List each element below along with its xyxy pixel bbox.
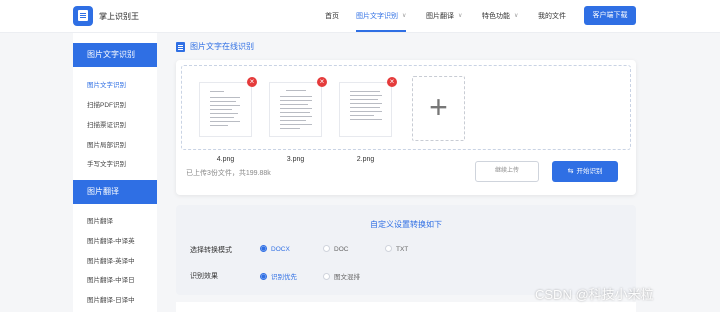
sidebar-group-ocr-title[interactable]: 图片文字识别 [73,43,157,67]
sidebar-group-translate-title[interactable]: 图片翻译 [73,180,157,204]
watermark: CSDN @科技小米粒 [535,287,654,302]
file-name: 3.png [286,156,305,163]
sidebar-item-translate-zh-ja[interactable]: 图片翻译-中译日 [87,274,135,284]
upload-status: 已上传3份文件，共199.88k [186,170,271,177]
sidebar-item-image-ocr[interactable]: 图片文字识别 [87,79,126,89]
nav-image-translate[interactable]: 图片翻译 ∨ [426,11,462,21]
nav-features[interactable]: 特色功能 ∨ [482,11,518,21]
nav-features-label: 特色功能 [482,13,510,20]
top-bar: 掌上识别王 首页 图片文字识别 ∨ 图片翻译 ∨ 特色功能 ∨ 我的文件 客户端下载 [0,0,720,33]
nav-image-ocr-label: 图片文字识别 [356,13,398,20]
mode-option-docx-label: DOCX [271,246,290,253]
chevron-down-icon: ∨ [514,13,519,19]
sidebar-item-translate-zh-en[interactable]: 图片翻译-中译英 [87,235,135,245]
sidebar-item-translate-ja-zh[interactable]: 图片翻译-日译中 [87,294,135,304]
sidebar-item-ticket-ocr[interactable]: 扫描票证识别 [87,119,126,129]
logo-icon[interactable] [73,6,93,26]
recognition-effect-label: 识别效果 [190,273,218,280]
mode-option-doc[interactable]: DOC [323,245,348,253]
bottom-card [176,302,636,312]
continue-upload-button[interactable]: 继续上传 [475,161,539,182]
sidebar-item-image-translate[interactable]: 图片翻译 [87,215,113,225]
nav-my-files[interactable]: 我的文件 [538,11,566,21]
sidebar-item-pdf-ocr[interactable]: 扫描PDF识别 [87,99,126,109]
radio-selected-icon [260,273,267,280]
effect-option-priority[interactable]: 识别优先 [260,271,297,281]
effect-option-mixed-label: 图文混排 [334,274,360,281]
client-download-button[interactable]: 客户端下载 [584,6,636,25]
radio-selected-icon [260,245,267,252]
convert-icon: ⇆ [567,168,574,175]
start-recognition-label: 开始识别 [576,168,603,175]
file-thumbnail[interactable]: × 4.png [199,77,257,163]
file-thumbnail[interactable]: × 2.png [339,77,397,163]
radio-icon [323,273,330,280]
upload-card: × 4.png × 3.png × 2.png + 已上传3份文件，共199.8… [176,60,636,195]
section-title-text: 图片文字在线识别 [190,42,254,51]
mode-option-docx[interactable]: DOCX [260,245,290,253]
sidebar-item-partial-ocr[interactable]: 图片局部识别 [87,139,126,149]
start-recognition-button[interactable]: ⇆ 开始识别 [552,161,618,182]
sidebar: 图片文字识别 图片文字识别 扫描PDF识别 扫描票证识别 图片局部识别 手写文字… [73,33,157,312]
section-title: 图片文字在线识别 [176,41,254,52]
nav-image-translate-label: 图片翻译 [426,13,454,20]
mode-option-txt[interactable]: TXT [385,245,408,253]
effect-option-mixed[interactable]: 图文混排 [323,271,360,281]
document-preview-image [339,82,392,137]
settings-card: 自定义设置转换如下 选择转换模式 DOCX DOC TXT 识别效果 识别优先 … [176,205,636,295]
file-name: 4.png [216,156,235,163]
document-preview-image [269,82,322,137]
conversion-mode-label: 选择转换模式 [190,247,232,254]
remove-file-icon[interactable]: × [247,77,257,87]
file-name: 2.png [356,156,375,163]
document-preview-image [199,82,252,137]
sidebar-item-handwriting-ocr[interactable]: 手写文字识别 [87,158,126,168]
radio-icon [385,245,392,252]
chevron-down-icon: ∨ [402,13,407,19]
sidebar-item-translate-en-zh[interactable]: 图片翻译-英译中 [87,255,135,265]
radio-icon [323,245,330,252]
settings-title: 自定义设置转换如下 [370,220,442,229]
remove-file-icon[interactable]: × [317,77,327,87]
remove-file-icon[interactable]: × [387,77,397,87]
add-file-button[interactable]: + [412,76,465,141]
file-thumbnail[interactable]: × 3.png [269,77,327,163]
drop-zone[interactable]: × 4.png × 3.png × 2.png + [181,65,631,163]
nav-image-ocr[interactable]: 图片文字识别 ∨ [356,11,407,32]
mode-option-txt-label: TXT [396,246,409,253]
nav-home[interactable]: 首页 [325,11,339,21]
effect-option-priority-label: 识别优先 [271,274,297,281]
chevron-down-icon: ∨ [458,13,463,19]
mode-option-doc-label: DOC [334,246,349,253]
brand-name[interactable]: 掌上识别王 [99,11,139,22]
